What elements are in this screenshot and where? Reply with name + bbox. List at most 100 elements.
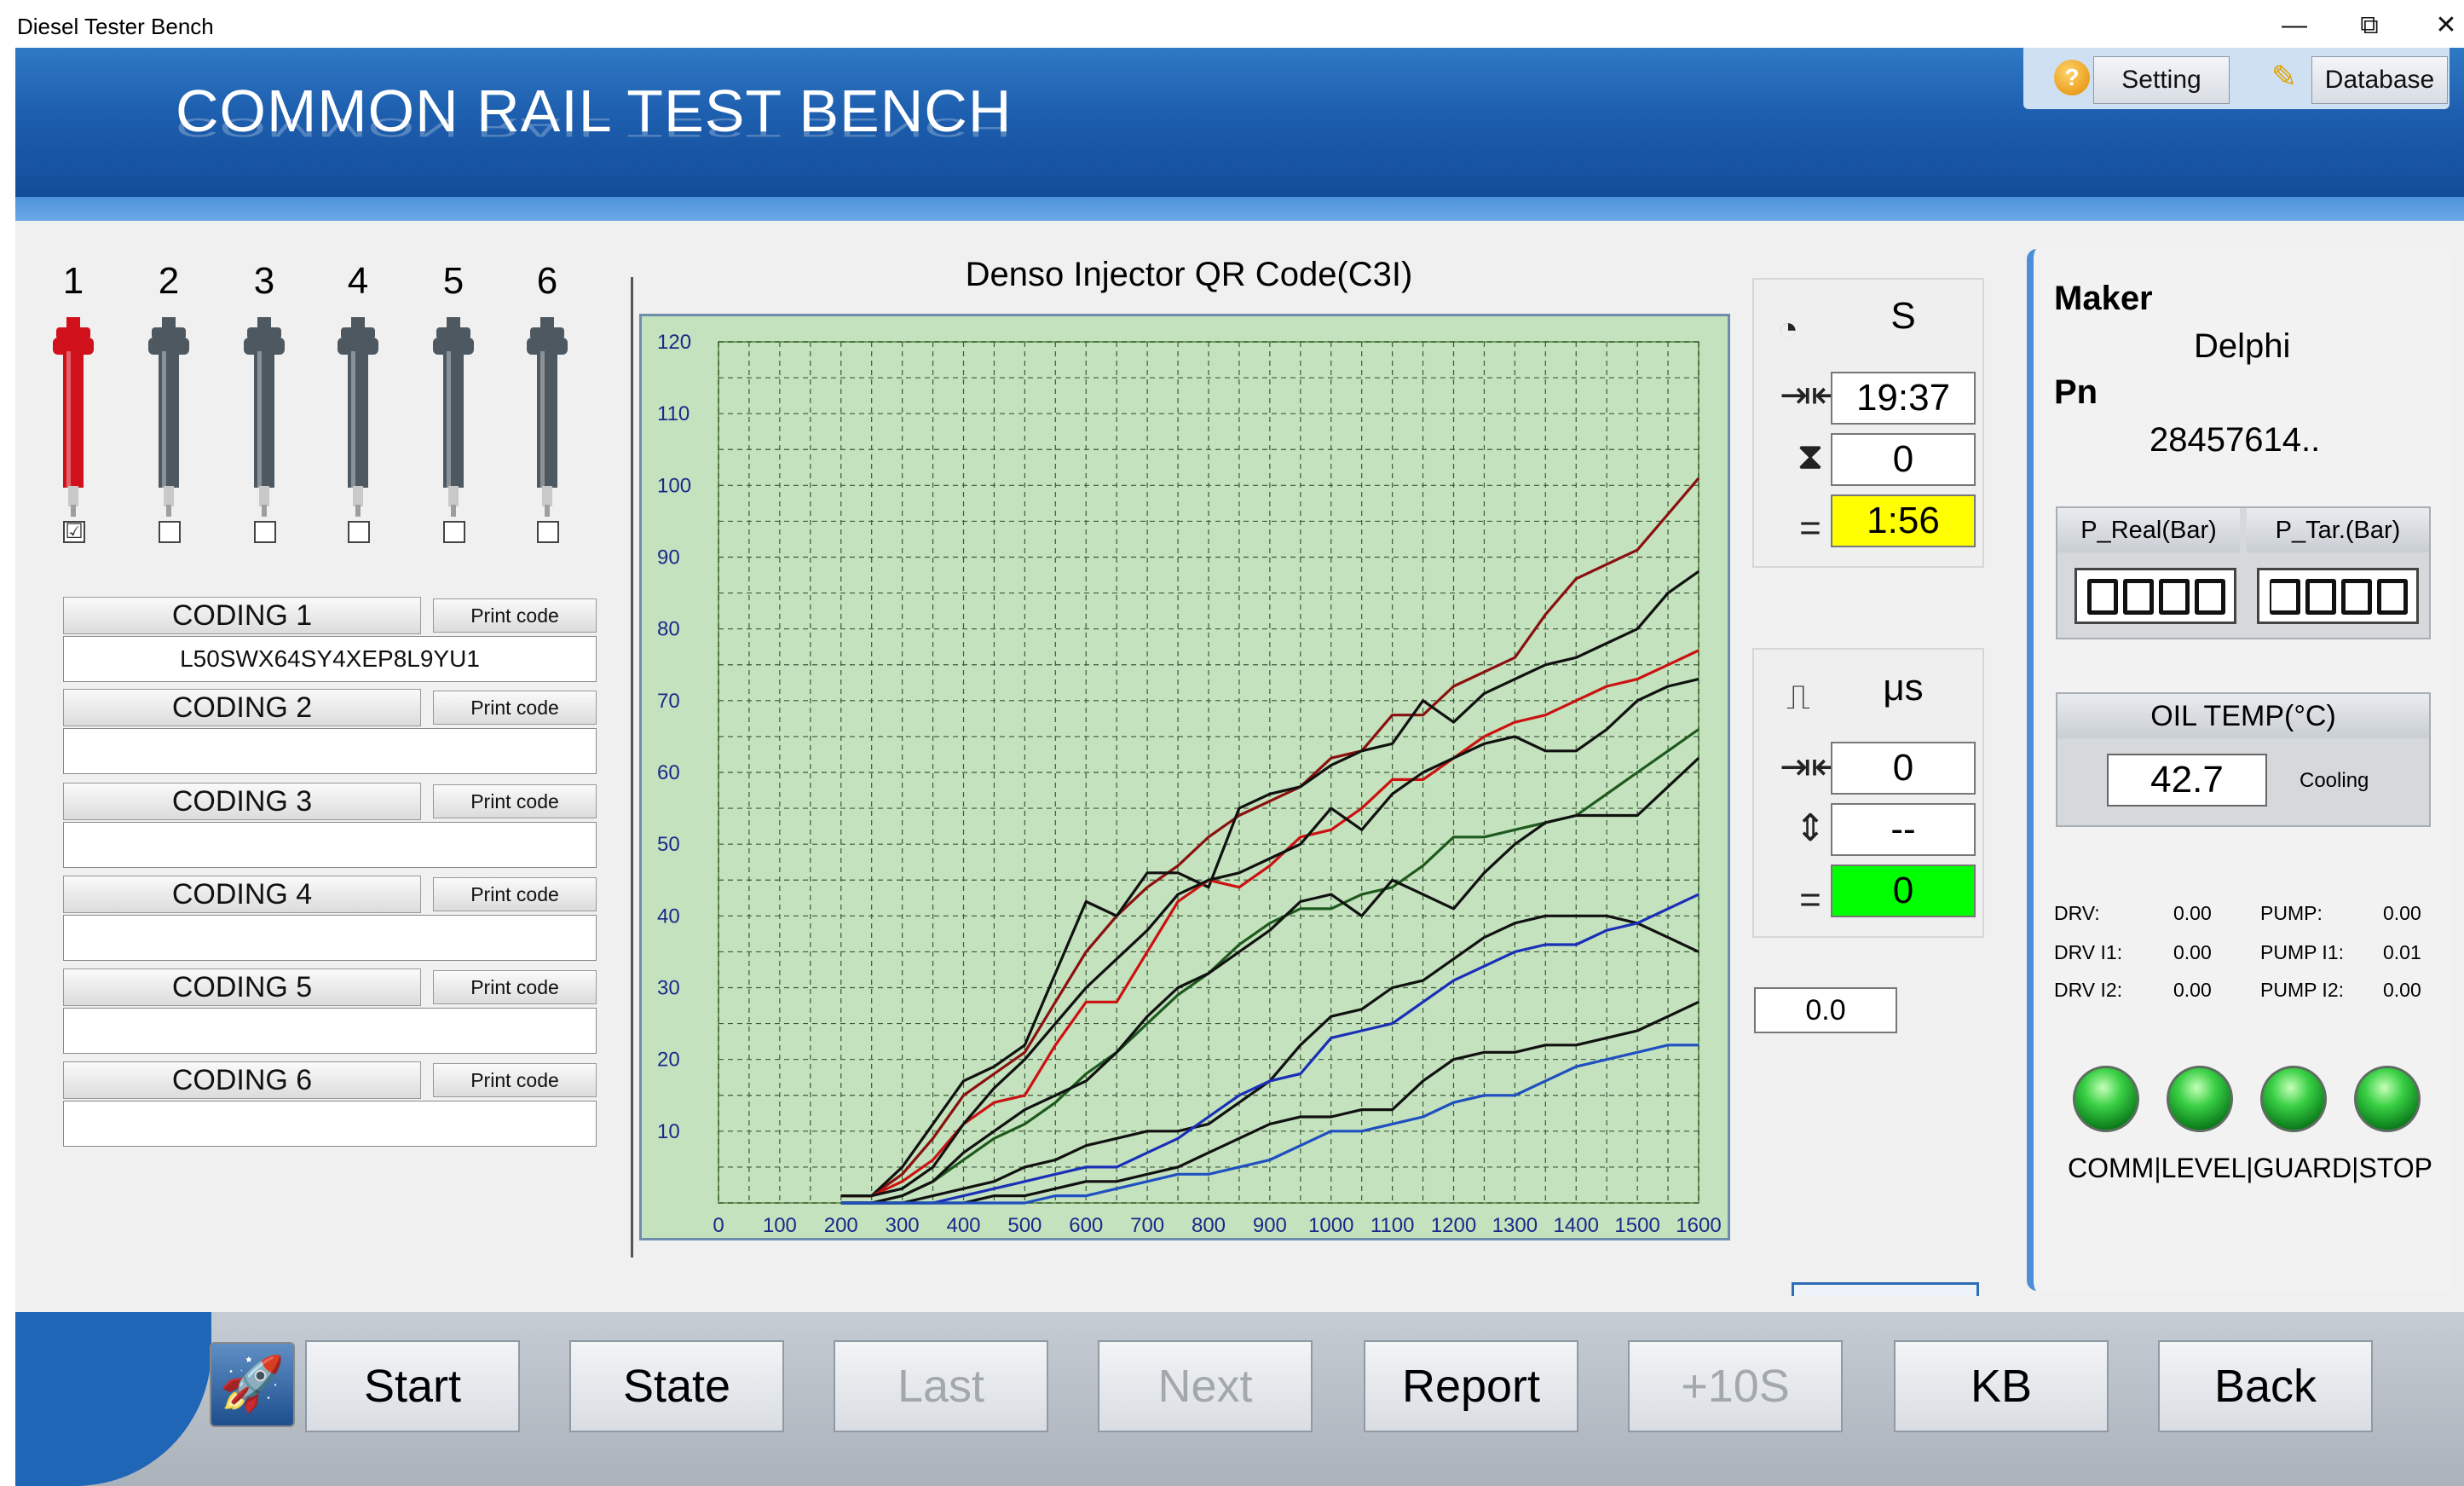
print-code-button[interactable]: Print code bbox=[433, 1063, 597, 1097]
timer-unit: S bbox=[1890, 295, 1916, 337]
restore-icon[interactable]: ⧉ bbox=[2344, 7, 2395, 44]
y-tick-label: 30 bbox=[657, 977, 680, 1000]
y-tick-label: 60 bbox=[657, 761, 680, 784]
injector-number: 4 bbox=[347, 260, 369, 302]
pump-i1-value: 0.01 bbox=[2383, 941, 2421, 963]
injector-checkbox[interactable] bbox=[159, 521, 181, 543]
coding-label: CODING 4 bbox=[63, 876, 421, 913]
oil-temp-label: OIL TEMP(°C) bbox=[2057, 694, 2429, 738]
start-button[interactable]: Start bbox=[305, 1340, 520, 1432]
hourglass-icon: ⧗ bbox=[1797, 436, 1824, 477]
injector-icon[interactable] bbox=[522, 317, 573, 522]
print-code-button[interactable]: Print code bbox=[433, 784, 597, 818]
chart-plot: 0 100 200 300 400 500 600 700 800 900 1000 1100 1200… bbox=[657, 331, 1722, 1237]
chart-frame: 0 100 200 300 400 500 600 700 800 900 1000 1100 1200… bbox=[639, 314, 1730, 1240]
close-icon[interactable]: ✕ bbox=[2421, 7, 2464, 44]
pencil-icon: ✎ bbox=[2271, 59, 2298, 94]
x-tick-label: 100 bbox=[763, 1214, 797, 1237]
back-button[interactable]: Back bbox=[2158, 1340, 2373, 1432]
injector-checkbox[interactable] bbox=[537, 521, 559, 543]
x-tick-label: 1100 bbox=[1370, 1214, 1415, 1237]
header-banner: COMMON RAIL TEST BENCH COMMON RAIL TEST … bbox=[15, 48, 2464, 197]
injector-icon[interactable] bbox=[143, 317, 194, 522]
x-tick-label: 500 bbox=[1007, 1214, 1042, 1237]
oil-mode: Cooling bbox=[2300, 769, 2369, 792]
print-code-button[interactable]: Print code bbox=[433, 970, 597, 1004]
x-tick-label: 0 bbox=[713, 1214, 724, 1237]
title-bar: Diesel Tester Bench — ⧉ ✕ bbox=[0, 0, 2464, 48]
p-target-display bbox=[2257, 568, 2419, 624]
pulse-set-field[interactable]: 0 bbox=[1831, 742, 1976, 795]
clock-icon: ◔ bbox=[1777, 310, 1799, 348]
y-tick-label: 110 bbox=[657, 402, 690, 425]
coding-field[interactable] bbox=[63, 1101, 597, 1147]
stop-indicator-led bbox=[2354, 1066, 2421, 1132]
injector-number: 2 bbox=[158, 260, 180, 302]
injector-icon[interactable] bbox=[239, 317, 290, 522]
state-button[interactable]: State bbox=[569, 1340, 784, 1432]
guard-indicator-led bbox=[2260, 1066, 2327, 1132]
banner-title-reflection: COMMON RAIL TEST BENCH bbox=[176, 113, 1013, 143]
y-tick-label: 40 bbox=[657, 905, 680, 928]
injector-checkbox[interactable] bbox=[443, 521, 465, 543]
last-button[interactable]: Last bbox=[834, 1340, 1048, 1432]
pn-value: 28457614.. bbox=[2150, 421, 2321, 459]
report-button[interactable]: Report bbox=[1364, 1340, 1578, 1432]
y-tick-label: 90 bbox=[657, 546, 680, 570]
x-tick-label: 1600 bbox=[1676, 1214, 1721, 1237]
print-code-button[interactable]: Print code bbox=[433, 877, 597, 911]
x-tick-label: 1300 bbox=[1492, 1214, 1538, 1237]
coding-field[interactable]: L50SWX64SY4XEP8L9YU1 bbox=[63, 636, 597, 682]
window-title: Diesel Tester Bench bbox=[17, 14, 214, 39]
hidden-tab-edge[interactable] bbox=[1792, 1282, 1979, 1296]
drv-i1-label: DRV I1: bbox=[2054, 941, 2123, 963]
timer-mid-field[interactable]: 0 bbox=[1831, 433, 1976, 486]
kb-button[interactable]: KB bbox=[1894, 1340, 2109, 1432]
x-tick-label: 1400 bbox=[1554, 1214, 1599, 1237]
coding-label: CODING 1 bbox=[63, 597, 421, 634]
x-tick-label: 900 bbox=[1253, 1214, 1287, 1237]
x-tick-label: 1000 bbox=[1308, 1214, 1353, 1237]
next-button[interactable]: Next bbox=[1098, 1340, 1313, 1432]
injector-icon[interactable] bbox=[48, 317, 99, 522]
pump-label: PUMP: bbox=[2260, 902, 2323, 924]
injector-icon[interactable] bbox=[332, 317, 384, 522]
setting-button[interactable]: Setting bbox=[2093, 56, 2230, 104]
maker-label: Maker bbox=[2054, 280, 2153, 317]
x-tick-label: 1200 bbox=[1431, 1214, 1476, 1237]
print-code-button[interactable]: Print code bbox=[433, 598, 597, 633]
equals-icon: = bbox=[1799, 507, 1821, 549]
x-tick-label: 800 bbox=[1192, 1214, 1226, 1237]
pump-i2-value: 0.00 bbox=[2383, 979, 2421, 1001]
pulse-width-icon: ⎍ bbox=[1786, 679, 1810, 716]
injector-checkbox[interactable] bbox=[348, 521, 370, 543]
comm-indicator-led bbox=[2073, 1066, 2139, 1132]
injector-checkbox[interactable]: ☑ bbox=[63, 521, 85, 543]
pulse-mid-field[interactable]: -- bbox=[1831, 803, 1976, 856]
pulse-unit: μs bbox=[1883, 667, 1924, 708]
database-button[interactable]: Database bbox=[2311, 56, 2448, 104]
plus-10s-button[interactable]: +10S bbox=[1628, 1340, 1843, 1432]
coding-field[interactable] bbox=[63, 915, 597, 961]
drv-i2-label: DRV I2: bbox=[2054, 979, 2123, 1001]
indicator-labels: COMM|LEVEL|GUARD|STOP bbox=[2068, 1153, 2432, 1183]
coding-field[interactable] bbox=[63, 728, 597, 774]
coding-field[interactable] bbox=[63, 822, 597, 868]
minimize-icon[interactable]: — bbox=[2269, 7, 2320, 44]
help-icon[interactable]: ? bbox=[2054, 60, 2090, 95]
print-code-button[interactable]: Print code bbox=[433, 691, 597, 725]
coding-field[interactable] bbox=[63, 1008, 597, 1054]
y-tick-label: 20 bbox=[657, 1049, 680, 1072]
p-target-label: P_Tar.(Bar) bbox=[2247, 508, 2429, 552]
injector-number: 3 bbox=[253, 260, 275, 302]
rocket-icon[interactable]: 🚀 bbox=[210, 1342, 295, 1427]
extra-value-field[interactable]: 0.0 bbox=[1754, 987, 1897, 1033]
injector-checkbox[interactable] bbox=[254, 521, 276, 543]
timer-set-field[interactable]: 19:37 bbox=[1831, 372, 1976, 425]
header-strip bbox=[15, 197, 2464, 221]
level-indicator-led bbox=[2167, 1066, 2233, 1132]
coding-label: CODING 3 bbox=[63, 783, 421, 820]
timer-current-field: 1:56 bbox=[1831, 494, 1976, 547]
app-window: Diesel Tester Bench — ⧉ ✕ COMMON RAIL TE… bbox=[0, 0, 2464, 1486]
injector-icon[interactable] bbox=[428, 317, 479, 522]
